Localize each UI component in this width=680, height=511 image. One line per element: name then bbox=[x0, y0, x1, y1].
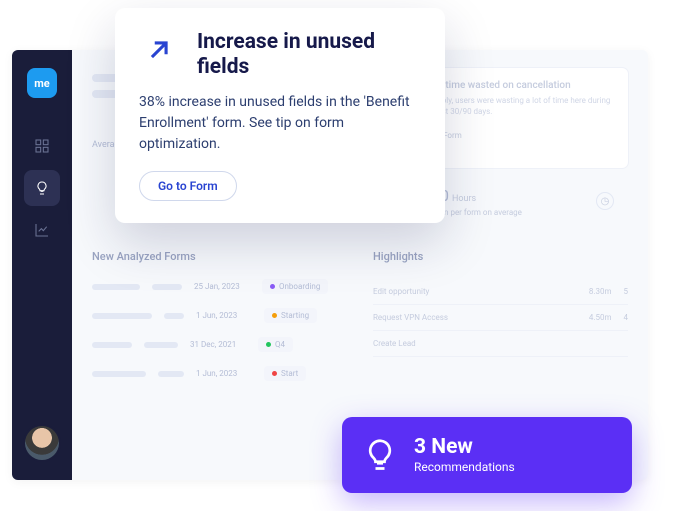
table-row[interactable]: Edit opportunity 8.30m 5 bbox=[373, 279, 628, 305]
table-row[interactable]: Create Lead bbox=[373, 331, 628, 357]
highlight-count: 4 bbox=[624, 313, 629, 322]
lightbulb-icon bbox=[362, 437, 398, 473]
highlight-time: 8.30m bbox=[589, 287, 612, 296]
alert-link[interactable]: Go to Form bbox=[422, 131, 614, 140]
panel-title: New Analyzed Forms bbox=[92, 250, 347, 263]
placeholder bbox=[144, 342, 178, 348]
tag-label: Onboarding bbox=[279, 282, 320, 291]
panel-title: Highlights bbox=[373, 250, 628, 263]
placeholder bbox=[92, 371, 146, 377]
placeholder bbox=[152, 284, 182, 290]
table-row[interactable]: 25 Jan, 2023 Onboarding bbox=[92, 279, 347, 294]
forms-list: 25 Jan, 2023 Onboarding 1 Jun, 2023 Star… bbox=[92, 279, 347, 381]
table-row[interactable]: 1 Jun, 2023 Start bbox=[92, 366, 347, 381]
tag-label: Start bbox=[281, 369, 298, 378]
form-tag: Starting bbox=[264, 308, 317, 323]
sidebar-nav bbox=[24, 128, 60, 248]
placeholder bbox=[164, 313, 184, 319]
lower-panels: New Analyzed Forms 25 Jan, 2023 Onboardi… bbox=[92, 250, 628, 395]
form-tag: Q4 bbox=[258, 337, 293, 352]
placeholder bbox=[92, 342, 132, 348]
avatar[interactable] bbox=[25, 426, 59, 460]
placeholder bbox=[92, 284, 140, 290]
tag-label: Starting bbox=[281, 311, 309, 320]
form-tag: Onboarding bbox=[262, 279, 328, 294]
nav-dashboard[interactable] bbox=[24, 128, 60, 164]
lightbulb-icon bbox=[34, 180, 50, 196]
chart-icon bbox=[34, 222, 50, 238]
insight-popup: Increase in unused fields 38% increase i… bbox=[115, 8, 445, 223]
highlights-panel: Highlights Edit opportunity 8.30m 5 Reque… bbox=[373, 250, 628, 395]
banner-text: 3 New Recommendations bbox=[414, 437, 515, 474]
form-tag: Start bbox=[264, 366, 306, 381]
clock-icon: ◷ bbox=[596, 192, 614, 210]
popup-title: Increase in unused fields bbox=[197, 30, 421, 80]
sidebar: me bbox=[12, 50, 72, 480]
tag-dot bbox=[272, 371, 277, 376]
nav-analytics[interactable] bbox=[24, 212, 60, 248]
alert-text: Possibly, users were wasting a lot of ti… bbox=[422, 95, 614, 117]
placeholder bbox=[92, 313, 152, 319]
nav-insights[interactable] bbox=[24, 170, 60, 206]
go-to-form-button[interactable]: Go to Form bbox=[139, 171, 237, 201]
highlight-count: 5 bbox=[624, 287, 629, 296]
tag-label: Q4 bbox=[275, 340, 285, 349]
highlight-name: Create Lead bbox=[373, 339, 416, 348]
banner-sub: Recommendations bbox=[414, 460, 515, 474]
form-date: 25 Jan, 2023 bbox=[194, 282, 250, 291]
banner-title: 3 New bbox=[414, 437, 515, 458]
popup-text: 38% increase in unused fields in the 'Be… bbox=[139, 92, 421, 155]
form-date: 1 Jun, 2023 bbox=[196, 311, 252, 320]
grid-icon bbox=[34, 138, 50, 154]
hours-sub: 2.8 min per form on average bbox=[422, 208, 614, 217]
hours-unit: Hours bbox=[452, 194, 476, 204]
tag-dot bbox=[270, 284, 275, 289]
tag-dot bbox=[272, 313, 277, 318]
form-date: 31 Dec, 2021 bbox=[190, 340, 246, 349]
tag-dot bbox=[266, 342, 271, 347]
placeholder bbox=[158, 371, 184, 377]
logo: me bbox=[27, 68, 57, 98]
recommendations-banner[interactable]: 3 New Recommendations bbox=[342, 417, 632, 493]
form-date: 1 Jun, 2023 bbox=[196, 369, 252, 378]
arrow-up-right-icon bbox=[139, 30, 179, 70]
table-row[interactable]: 1 Jun, 2023 Starting bbox=[92, 308, 347, 323]
highlight-name: Edit opportunity bbox=[373, 287, 429, 296]
alert-title: High time wasted on cancellation bbox=[422, 80, 614, 91]
table-row[interactable]: Request VPN Access 4.50m 4 bbox=[373, 305, 628, 331]
table-row[interactable]: 31 Dec, 2021 Q4 bbox=[92, 337, 347, 352]
analyzed-forms-panel: New Analyzed Forms 25 Jan, 2023 Onboardi… bbox=[92, 250, 347, 395]
highlight-name: Request VPN Access bbox=[373, 313, 448, 322]
highlight-time: 4.50m bbox=[589, 313, 612, 322]
